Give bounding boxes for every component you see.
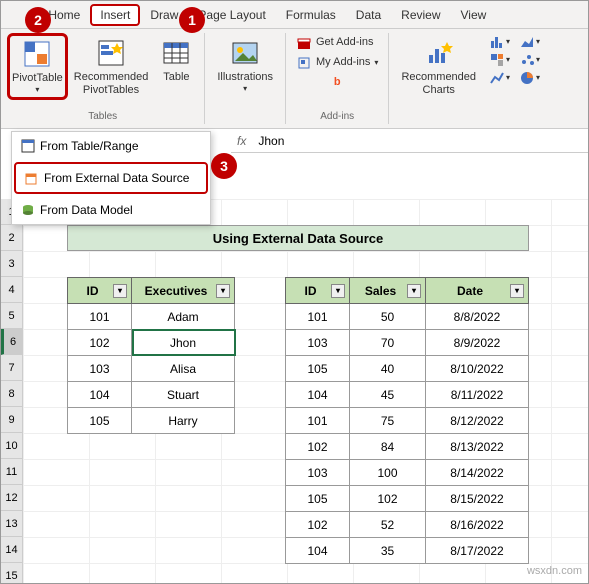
row-2[interactable]: 2 xyxy=(1,225,23,251)
from-table-range-item[interactable]: From Table/Range xyxy=(12,132,210,160)
chart-area-button[interactable]: ▾ xyxy=(516,33,544,51)
bing-button[interactable]: b xyxy=(292,73,382,92)
recommended-charts-label: Recommended Charts xyxy=(401,71,476,97)
ribbon-tabs: F Home Insert Draw Page Layout Formulas … xyxy=(1,1,588,29)
step-marker-3: 3 xyxy=(211,153,237,179)
row-5[interactable]: 5 xyxy=(1,303,23,329)
pivot-table-icon xyxy=(21,38,53,70)
tab-view[interactable]: View xyxy=(451,8,497,22)
bing-icon: b xyxy=(334,75,341,90)
illustrations-icon xyxy=(229,37,261,69)
pivot-table-label: PivotTable xyxy=(12,72,63,85)
tab-data[interactable]: Data xyxy=(346,8,391,22)
get-addins-label: Get Add-ins xyxy=(316,35,373,50)
from-external-data-item[interactable]: From External Data Source xyxy=(14,162,208,194)
row-3[interactable]: 3 xyxy=(1,251,23,277)
t2-header-date[interactable]: Date▾ xyxy=(426,278,529,304)
table-label: Table xyxy=(163,71,189,84)
row-7[interactable]: 7 xyxy=(1,355,23,381)
scatter-chart-icon xyxy=(520,53,536,67)
group-addins-label: Add-ins xyxy=(320,111,354,124)
from-table-range-label: From Table/Range xyxy=(40,139,139,153)
title-banner: Using External Data Source xyxy=(67,225,529,251)
filter-icon[interactable]: ▾ xyxy=(113,284,127,298)
column-chart-icon xyxy=(490,35,506,49)
ribbon: PivotTable ▾ Recommended PivotTables Tab… xyxy=(1,29,588,129)
pivot-table-dropdown: From Table/Range From External Data Sour… xyxy=(11,131,211,225)
fx-icon[interactable]: fx xyxy=(231,134,252,148)
group-addins: Get Add-ins My Add-ins ▾ b Add-ins xyxy=(286,33,389,124)
filter-icon[interactable]: ▾ xyxy=(407,284,421,298)
pie-chart-icon xyxy=(520,71,536,85)
filter-icon[interactable]: ▾ xyxy=(216,284,230,298)
get-addins-button[interactable]: Get Add-ins xyxy=(292,33,382,53)
row-9[interactable]: 9 xyxy=(1,407,23,433)
recommended-pivot-icon xyxy=(95,37,127,69)
external-data-icon xyxy=(24,170,40,186)
from-external-data-label: From External Data Source xyxy=(44,171,189,185)
recommended-pivot-button[interactable]: Recommended PivotTables xyxy=(68,33,155,101)
addins-icon xyxy=(296,55,312,71)
from-data-model-label: From Data Model xyxy=(40,203,133,217)
chart-line-button[interactable]: ▾ xyxy=(486,69,514,87)
group-tables: PivotTable ▾ Recommended PivotTables Tab… xyxy=(1,33,205,124)
row-12[interactable]: 12 xyxy=(1,485,23,511)
step-marker-1: 1 xyxy=(179,7,205,33)
row-8[interactable]: 8 xyxy=(1,381,23,407)
row-11[interactable]: 11 xyxy=(1,459,23,485)
tab-formulas[interactable]: Formulas xyxy=(276,8,346,22)
filter-icon[interactable]: ▾ xyxy=(331,284,345,298)
table-executives: ID▾ Executives▾ 101Adam 102Jhon 103Alisa… xyxy=(67,277,235,434)
row-6[interactable]: 6 xyxy=(1,329,23,355)
chevron-down-icon: ▾ xyxy=(35,85,39,95)
table-button[interactable]: Table xyxy=(154,33,198,88)
cells-area[interactable]: Using External Data Source ID▾ Executive… xyxy=(23,199,588,583)
t1-header-id[interactable]: ID▾ xyxy=(68,278,132,304)
chevron-down-icon: ▾ xyxy=(374,57,378,68)
formula-bar: fx Jhon xyxy=(231,129,588,153)
group-illustrations: Illustrations ▾ xyxy=(205,33,286,124)
tab-insert[interactable]: Insert xyxy=(90,4,140,26)
worksheet-grid: D E F G H 1 2 3 4 5 6 7 8 9 10 11 12 13 … xyxy=(1,199,588,583)
group-charts: Recommended Charts ▾ ▾ ▾ ▾ ▾ ▾ xyxy=(389,33,550,124)
table-icon xyxy=(160,37,192,69)
chart-pie-button[interactable]: ▾ xyxy=(516,69,544,87)
row-13[interactable]: 13 xyxy=(1,511,23,537)
chart-column-button[interactable]: ▾ xyxy=(486,33,514,51)
table-sales: ID▾ Sales▾ Date▾ 101508/8/2022 103708/9/… xyxy=(285,277,529,564)
area-chart-icon xyxy=(520,35,536,49)
pivot-table-button[interactable]: PivotTable ▾ xyxy=(7,33,68,100)
watermark: wsxdn.com xyxy=(527,565,582,577)
row-headers: 1 2 3 4 5 6 7 8 9 10 11 12 13 14 15 xyxy=(1,199,23,583)
chart-scatter-button[interactable]: ▾ xyxy=(516,51,544,69)
filter-icon[interactable]: ▾ xyxy=(510,284,524,298)
chart-hierarchy-button[interactable]: ▾ xyxy=(486,51,514,69)
formula-bar-content[interactable]: Jhon xyxy=(252,134,290,148)
row-10[interactable]: 10 xyxy=(1,433,23,459)
t2-header-id[interactable]: ID▾ xyxy=(286,278,350,304)
table-range-icon xyxy=(20,138,36,154)
illustrations-button[interactable]: Illustrations ▾ xyxy=(211,33,279,98)
data-model-icon xyxy=(20,202,36,218)
recommended-charts-button[interactable]: Recommended Charts xyxy=(395,33,482,101)
store-icon xyxy=(296,35,312,51)
t2-header-sales[interactable]: Sales▾ xyxy=(350,278,426,304)
tab-review[interactable]: Review xyxy=(391,8,450,22)
row-4[interactable]: 4 xyxy=(1,277,23,303)
group-tables-label: Tables xyxy=(88,111,117,124)
row-14[interactable]: 14 xyxy=(1,537,23,563)
hierarchy-chart-icon xyxy=(490,53,506,67)
from-data-model-item[interactable]: From Data Model xyxy=(12,196,210,224)
step-marker-2: 2 xyxy=(25,7,51,33)
recommended-charts-icon xyxy=(423,37,455,69)
illustrations-label: Illustrations xyxy=(217,71,273,84)
row-15[interactable]: 15 xyxy=(1,563,23,583)
recommended-pivot-label: Recommended PivotTables xyxy=(74,71,149,97)
my-addins-label: My Add-ins xyxy=(316,55,370,70)
line-chart-icon xyxy=(490,71,506,85)
t1-header-exec[interactable]: Executives▾ xyxy=(132,278,235,304)
my-addins-button[interactable]: My Add-ins ▾ xyxy=(292,53,382,73)
chevron-down-icon: ▾ xyxy=(243,84,247,94)
